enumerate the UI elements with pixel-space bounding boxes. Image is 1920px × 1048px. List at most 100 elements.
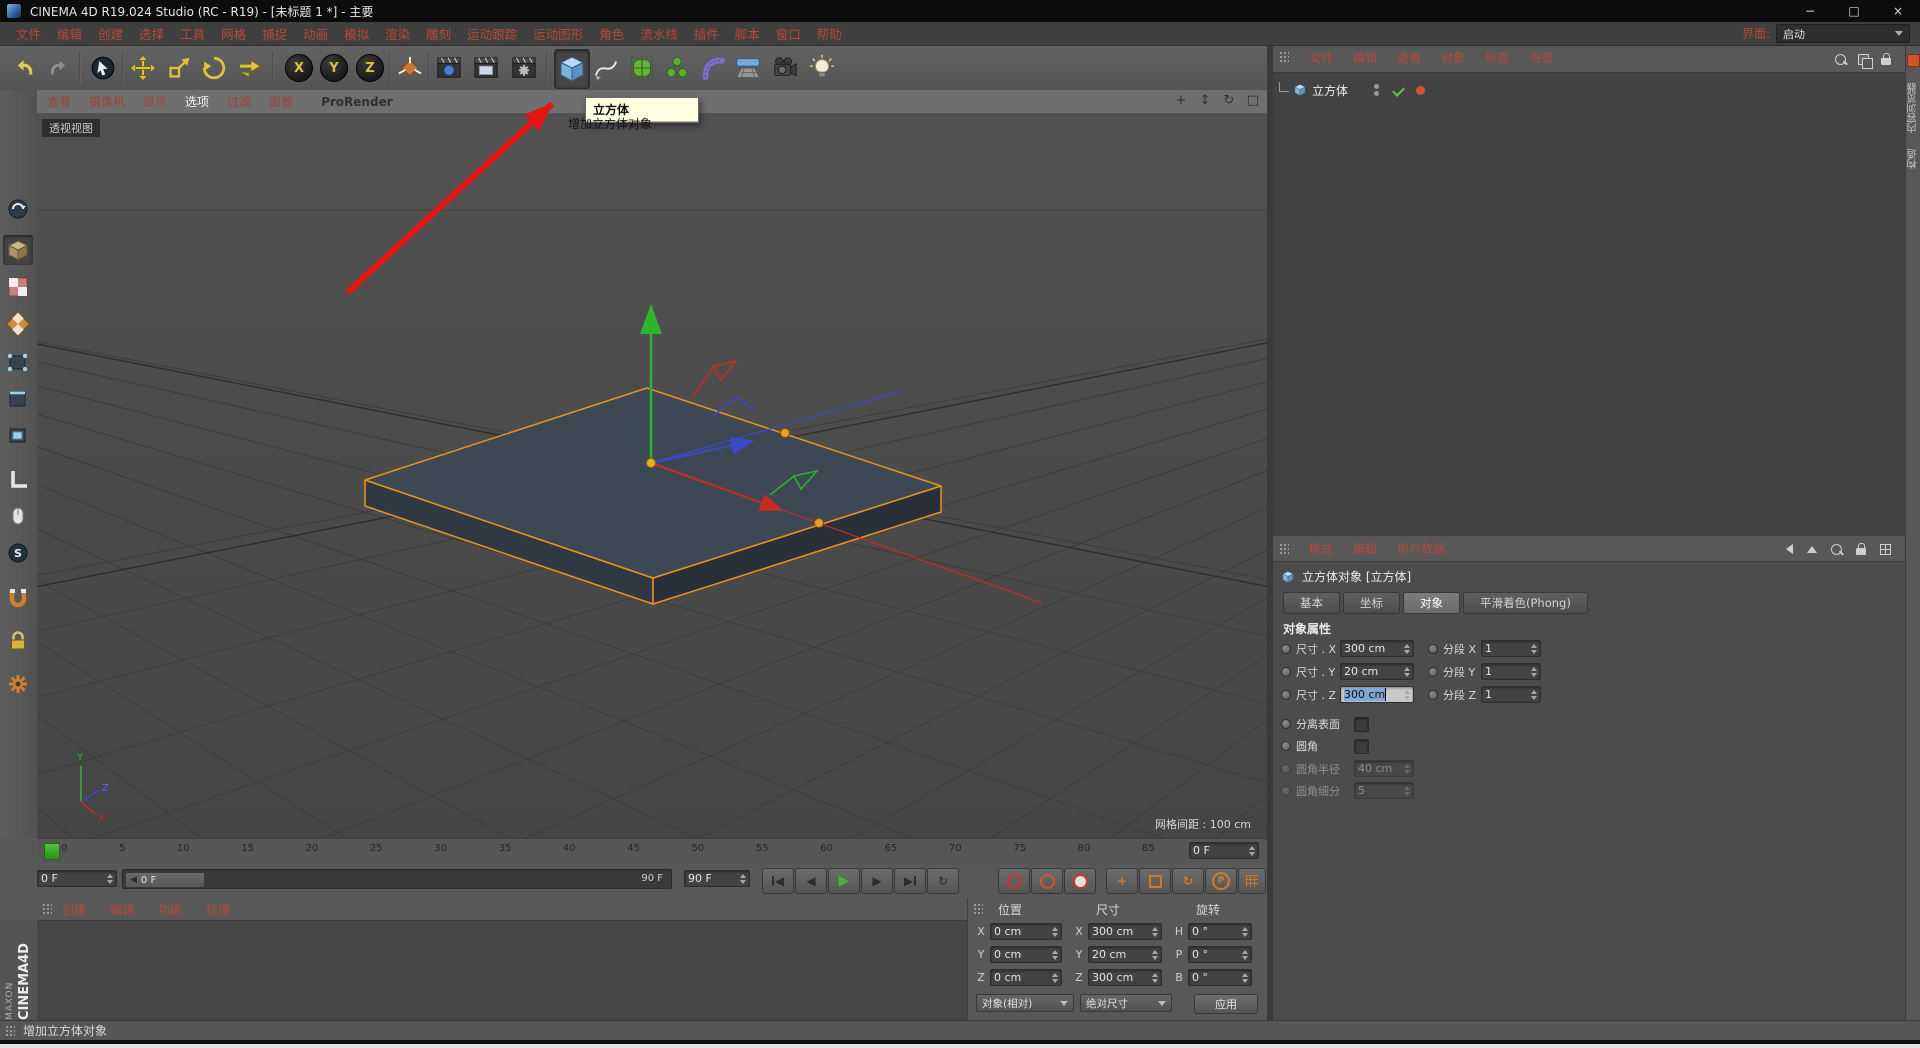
size-x-input[interactable]: 300 cm	[1340, 640, 1414, 657]
rotation-h-field[interactable]: 0 °	[1188, 923, 1252, 940]
move-tool-button[interactable]	[126, 49, 160, 87]
search-icon[interactable]	[1835, 53, 1846, 65]
timeline-ruler[interactable]: 0 5 10 15 20 25 30 35 40 45 50 55 60 65 70 75 80 85 …	[37, 838, 1267, 864]
panel-drag-handle[interactable]	[42, 903, 52, 915]
spinner-arrows[interactable]	[737, 873, 746, 884]
om-menu-file[interactable]: 文件	[1309, 49, 1333, 66]
enable-axis-button[interactable]	[3, 464, 33, 494]
panel-drag-handle[interactable]	[973, 903, 983, 915]
add-array-button[interactable]	[660, 49, 694, 87]
lock-icon[interactable]	[1881, 53, 1891, 65]
vp-menu-view[interactable]: 查看	[47, 93, 71, 110]
lock-workplane-button[interactable]	[3, 626, 33, 656]
menu-pipeline[interactable]: 流水线	[632, 24, 686, 43]
tab-phong[interactable]: 平滑着色(Phong)	[1463, 592, 1588, 614]
size-mode-dropdown[interactable]: 绝对尺寸	[1080, 994, 1172, 1012]
minimize-button[interactable]: −	[1788, 0, 1832, 22]
display-tag-icon[interactable]	[1416, 85, 1426, 95]
layers-icon[interactable]	[1858, 53, 1873, 69]
tab-object[interactable]: 对象	[1403, 592, 1460, 614]
segments-y-input[interactable]: 1	[1481, 663, 1541, 680]
live-selection-button[interactable]	[86, 49, 120, 87]
size-y-field[interactable]: 20 cm	[1088, 946, 1162, 963]
menu-edit[interactable]: 编辑	[49, 24, 90, 43]
pan-view-icon[interactable]: +	[1173, 93, 1189, 108]
coords-mode-dropdown[interactable]: 对象(相对)	[976, 994, 1074, 1012]
add-light-button[interactable]	[805, 49, 839, 87]
menu-animate[interactable]: 动画	[295, 24, 336, 43]
texture-mode-button[interactable]	[3, 272, 33, 302]
rotate-tool-button[interactable]	[197, 49, 231, 87]
max-frame-field[interactable]: 90 F	[684, 870, 750, 887]
maximize-button[interactable]: □	[1832, 0, 1876, 22]
vp-menu-options[interactable]: 选项	[185, 93, 209, 110]
vp-menu-prorender[interactable]: ProRender	[321, 95, 393, 109]
playhead-marker[interactable]	[44, 843, 60, 860]
previous-frame-button[interactable]: ◀	[795, 868, 827, 894]
menu-script[interactable]: 脚本	[727, 24, 768, 43]
object-name[interactable]: 立方体	[1312, 82, 1348, 99]
vp-menu-filter[interactable]: 过滤	[227, 93, 251, 110]
am-menu-mode[interactable]: 模式	[1309, 540, 1333, 557]
vp-menu-cameras[interactable]: 摄像机	[89, 93, 125, 110]
separate-surfaces-checkbox[interactable]	[1354, 716, 1369, 732]
lock-y-button[interactable]: Y	[317, 49, 351, 87]
coordinate-system-button[interactable]	[393, 49, 427, 87]
menu-create[interactable]: 创建	[90, 24, 131, 43]
go-to-start-button[interactable]: ◀	[762, 868, 794, 894]
object-row-cube[interactable]: 立方体	[1279, 81, 1426, 99]
lock-z-button[interactable]: Z	[353, 49, 387, 87]
enabled-check-icon[interactable]	[1392, 83, 1405, 97]
viewport-canvas[interactable]: Y Z X 透视视图 网格间距 : 100 cm	[37, 114, 1267, 838]
panel-drag-handle[interactable]	[5, 1024, 15, 1037]
render-picture-viewer-button[interactable]	[469, 49, 503, 87]
go-to-end-button[interactable]: ▶	[894, 868, 926, 894]
loop-button[interactable]: ↻	[927, 868, 959, 894]
keyframe-circle-icon[interactable]	[1281, 643, 1291, 654]
toggle-view-icon[interactable]: □	[1245, 93, 1261, 108]
record-keyframe-button[interactable]	[998, 868, 1030, 894]
keyframe-circle-icon[interactable]	[1281, 666, 1291, 677]
visibility-dots-icon[interactable]	[1374, 84, 1380, 96]
add-camera-button[interactable]	[768, 49, 802, 87]
material-list-area[interactable]	[37, 920, 967, 1021]
key-scale-button[interactable]	[1139, 868, 1171, 894]
mat-menu-texture[interactable]: 纹理	[206, 901, 230, 918]
workplane-mode-button[interactable]	[3, 309, 33, 339]
range-start-grabber[interactable]: ◀ 0 F	[125, 872, 205, 888]
om-menu-tags[interactable]: 标签	[1485, 49, 1509, 66]
viewport-solo-button[interactable]	[3, 501, 33, 531]
position-y-field[interactable]: 0 cm	[990, 946, 1062, 963]
cube-object[interactable]	[364, 387, 942, 605]
rotation-p-field[interactable]: 0 °	[1188, 946, 1252, 963]
key-parameter-button[interactable]: P	[1205, 868, 1237, 894]
tab-coord[interactable]: 坐标	[1343, 592, 1400, 614]
menu-motion-tracker[interactable]: 运动跟踪	[459, 24, 525, 43]
vp-menu-display[interactable]: 显示	[143, 93, 167, 110]
add-environment-button[interactable]	[731, 49, 765, 87]
om-menu-edit[interactable]: 编辑	[1353, 49, 1377, 66]
size-y-input[interactable]: 20 cm	[1340, 663, 1414, 680]
menu-render[interactable]: 渲染	[377, 24, 418, 43]
position-z-field[interactable]: 0 cm	[990, 969, 1062, 986]
key-rotation-button[interactable]: ↻	[1172, 868, 1204, 894]
vp-menu-panel[interactable]: 面板	[269, 93, 293, 110]
range-end-label[interactable]: 90 F	[641, 873, 663, 884]
mat-menu-function[interactable]: 功能	[158, 901, 182, 918]
add-deformer-button[interactable]	[696, 49, 730, 87]
panel-drag-handle[interactable]	[1279, 542, 1289, 555]
menu-window[interactable]: 窗口	[768, 24, 809, 43]
viewport-scene[interactable]: Y Z X	[37, 114, 1267, 838]
rotate-view-icon[interactable]: ↻	[1221, 93, 1237, 108]
spinner-arrows[interactable]	[1246, 845, 1255, 856]
polygons-mode-button[interactable]	[3, 420, 33, 450]
close-button[interactable]: ×	[1876, 0, 1920, 22]
menu-plugins[interactable]: 插件	[686, 24, 727, 43]
undo-button[interactable]	[7, 49, 41, 87]
apply-button[interactable]: 应用	[1194, 994, 1258, 1014]
model-mode-button[interactable]	[3, 235, 33, 265]
scale-tool-button[interactable]	[162, 49, 196, 87]
keyframe-circle-icon[interactable]	[1281, 689, 1291, 700]
size-z-field[interactable]: 300 cm	[1088, 969, 1162, 986]
dock-tab-structure[interactable]: 构造	[1906, 149, 1920, 169]
